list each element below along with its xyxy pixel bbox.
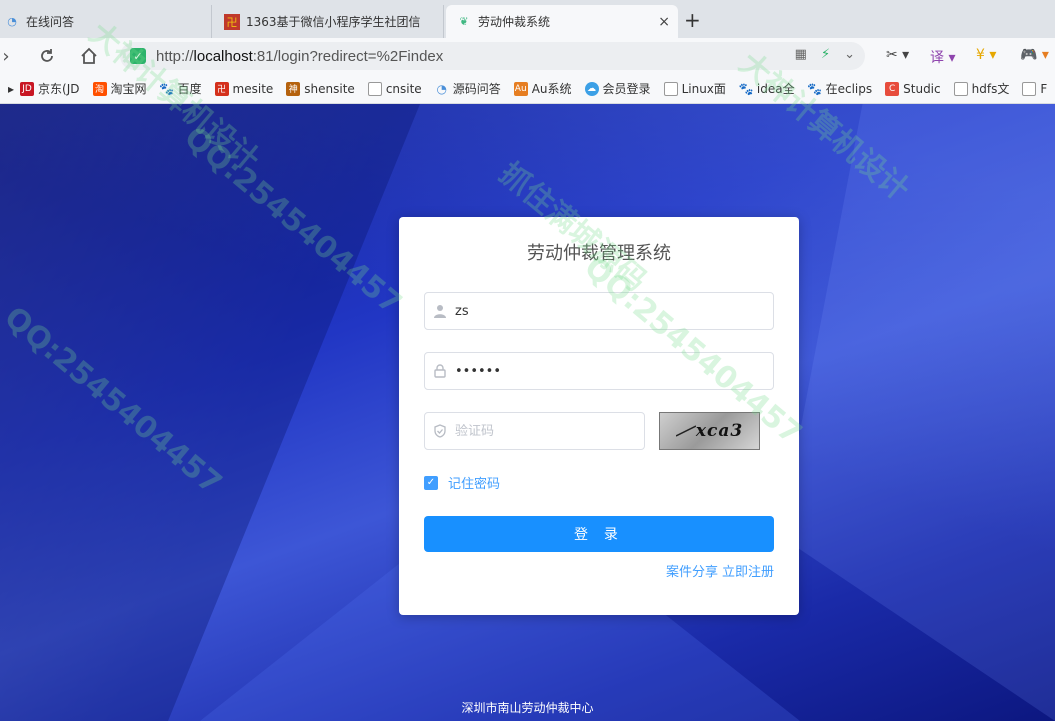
close-tab-icon[interactable]: ×: [658, 14, 670, 30]
translate-icon[interactable]: 译 ▾: [930, 47, 955, 67]
taobao-icon: 淘: [92, 81, 107, 96]
login-button[interactable]: 登 录: [424, 516, 774, 552]
page-icon: [663, 81, 678, 96]
url-text: http://localhost:81/login?redirect=%2Fin…: [156, 47, 444, 65]
captcha-field[interactable]: [424, 412, 645, 450]
case-share-link[interactable]: 案件分享: [666, 561, 718, 580]
captcha-image[interactable]: xca3: [659, 412, 760, 450]
browser-tab-bar: ◔ 在线问答 卍 1363基于微信小程序学生社团信 ❦ 劳动仲裁系统 × +: [0, 0, 1055, 38]
checkbox-checked-icon[interactable]: ✓: [424, 475, 438, 490]
bookmark-f[interactable]: F: [1022, 81, 1047, 96]
vue-favicon-icon: ❦: [459, 15, 469, 28]
remember-password[interactable]: ✓ 记住密码: [424, 473, 500, 492]
qr-code-icon[interactable]: ▦: [795, 47, 807, 62]
login-page: 劳动仲裁管理系统 •••••• xca3 ✓ 记住密码: [0, 104, 1055, 721]
scissors-icon[interactable]: ✂ ▾: [886, 47, 909, 63]
bookmark-member-login[interactable]: ☁ 会员登录: [584, 80, 651, 97]
login-links: 案件分享 立即注册: [666, 561, 774, 580]
bookmark-jd[interactable]: JD 京东(JD: [20, 80, 80, 97]
home-icon[interactable]: [77, 44, 101, 68]
chevron-down-icon[interactable]: ⌄: [844, 47, 855, 62]
username-field[interactable]: [424, 292, 774, 330]
bookmarks-bar: ▸ JD 京东(JD 淘淘宝网 🐾 百度 卍 mesite 神 shensite cns…: [0, 74, 1055, 104]
login-card: 劳动仲裁管理系统 •••••• xca3 ✓ 记住密码: [399, 217, 799, 615]
mesite-icon: 卍: [214, 81, 229, 96]
game-icon[interactable]: 🎮 ▾: [1020, 47, 1049, 63]
qa-favicon-icon: ◔: [7, 15, 17, 28]
footer-text: 深圳市南山劳动仲裁中心: [461, 701, 594, 715]
browser-toolbar: › ✓ http://localhost:81/login?redirect=%…: [0, 38, 1055, 74]
bookmark-overflow-icon[interactable]: ▸: [8, 82, 14, 96]
page-icon: [367, 81, 382, 96]
captcha-input[interactable]: [455, 423, 644, 439]
tab-label: 在线问答: [26, 15, 75, 29]
tab-student-club[interactable]: 卍 1363基于微信小程序学生社团信: [214, 5, 444, 38]
lightning-icon[interactable]: ⚡: [821, 47, 830, 62]
new-tab-button[interactable]: +: [684, 8, 701, 32]
cloud-icon: ☁: [584, 81, 599, 96]
bookmark-source-qa[interactable]: ◔ 源码问答: [435, 80, 500, 97]
bookmark-shensite[interactable]: 神 shensite: [286, 81, 355, 96]
bookmark-mesite[interactable]: 卍 mesite: [214, 81, 273, 96]
au-icon: Au: [513, 81, 528, 96]
bookmark-studio[interactable]: C Studic: [885, 81, 941, 96]
bookmark-taobao[interactable]: 淘淘宝网: [92, 80, 147, 97]
baidu-paw-icon: 🐾: [807, 81, 823, 96]
tab-online-qa[interactable]: ◔ 在线问答: [0, 5, 212, 38]
address-bar[interactable]: ✓ http://localhost:81/login?redirect=%2F…: [120, 42, 865, 70]
remember-label: 记住密码: [448, 477, 501, 492]
tab-labor-arbitration[interactable]: ❦ 劳动仲裁系统 ×: [446, 5, 678, 38]
shield-icon: [433, 424, 447, 438]
captcha-text: xca3: [695, 421, 744, 441]
page-icon: [953, 81, 968, 96]
password-field[interactable]: ••••••: [424, 352, 774, 390]
bookmark-idea[interactable]: 🐾 idea全: [738, 80, 794, 97]
password-input[interactable]: ••••••: [455, 364, 501, 379]
baidu-paw-icon: 🐾: [159, 81, 174, 96]
shield-check-icon: ✓: [130, 48, 146, 64]
bookmark-eclipse[interactable]: 🐾 在eclips: [807, 80, 872, 97]
baidu-paw-icon: 🐾: [738, 81, 754, 96]
bookmark-linux[interactable]: Linux面: [663, 80, 726, 97]
tab-label: 劳动仲裁系统: [478, 15, 551, 29]
login-title: 劳动仲裁管理系统: [527, 243, 671, 264]
page-icon: [1022, 81, 1037, 96]
forward-icon[interactable]: ›: [0, 44, 18, 68]
bookmark-cnsite[interactable]: cnsite: [367, 81, 422, 96]
tab-label: 1363基于微信小程序学生社团信: [246, 15, 421, 29]
lock-icon: [433, 364, 447, 378]
site-favicon-icon: 卍: [224, 13, 240, 30]
register-link[interactable]: 立即注册: [722, 561, 774, 580]
shensite-icon: 神: [286, 81, 301, 96]
bookmark-au[interactable]: Au Au系统: [513, 80, 572, 97]
reload-icon[interactable]: [35, 44, 59, 68]
jd-icon: JD: [20, 81, 35, 96]
user-icon: [433, 304, 447, 318]
bookmark-baidu[interactable]: 🐾 百度: [159, 80, 201, 97]
username-input[interactable]: [455, 303, 773, 319]
address-actions: ▦ ⚡ ⌄: [795, 47, 855, 62]
qa-icon: ◔: [436, 81, 447, 96]
background-facet: [780, 104, 1055, 721]
bookmark-hdfs[interactable]: hdfs文: [953, 80, 1009, 97]
c-icon: C: [885, 81, 900, 96]
captcha-noise: [675, 425, 696, 437]
coin-icon[interactable]: ¥ ▾: [976, 47, 996, 63]
